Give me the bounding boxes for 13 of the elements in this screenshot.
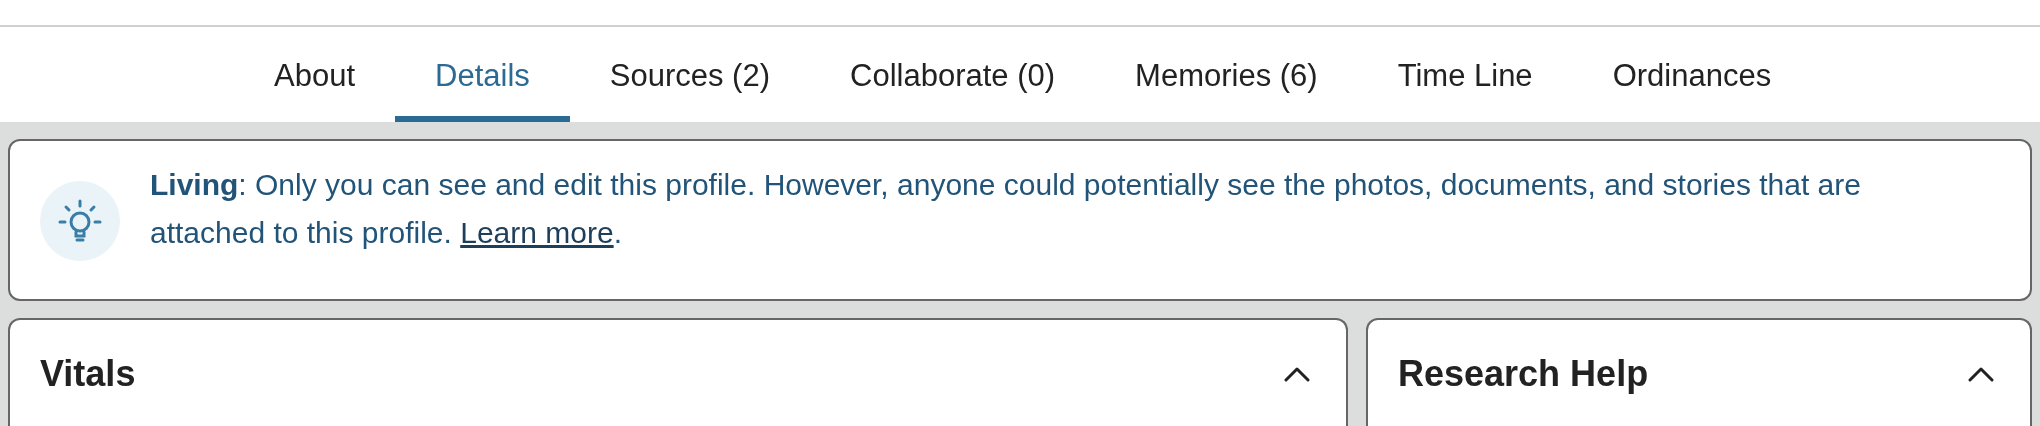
- tab[interactable]: Collaborate (0): [810, 27, 1096, 122]
- learn-more-link[interactable]: Learn more: [460, 216, 614, 249]
- tab[interactable]: Memories (6): [1095, 27, 1358, 122]
- tab[interactable]: About: [234, 27, 395, 122]
- tab[interactable]: Details: [395, 27, 570, 122]
- notice-text: Living: Only you can see and edit this profile. However, anyone could potentially see the photos, documents, and stories that are attached to this profile. Learn more.: [150, 167, 1862, 251]
- chevron-up-icon[interactable]: [1284, 366, 1310, 382]
- tab[interactable]: Sources (2): [569, 27, 810, 122]
- card-title: Research Help: [1398, 352, 1649, 396]
- chevron-up-icon[interactable]: [1968, 366, 1994, 382]
- tab[interactable]: Ordinances: [1572, 27, 1812, 122]
- tab[interactable]: Time Line: [1357, 27, 1573, 122]
- card-title: Vitals: [40, 352, 136, 396]
